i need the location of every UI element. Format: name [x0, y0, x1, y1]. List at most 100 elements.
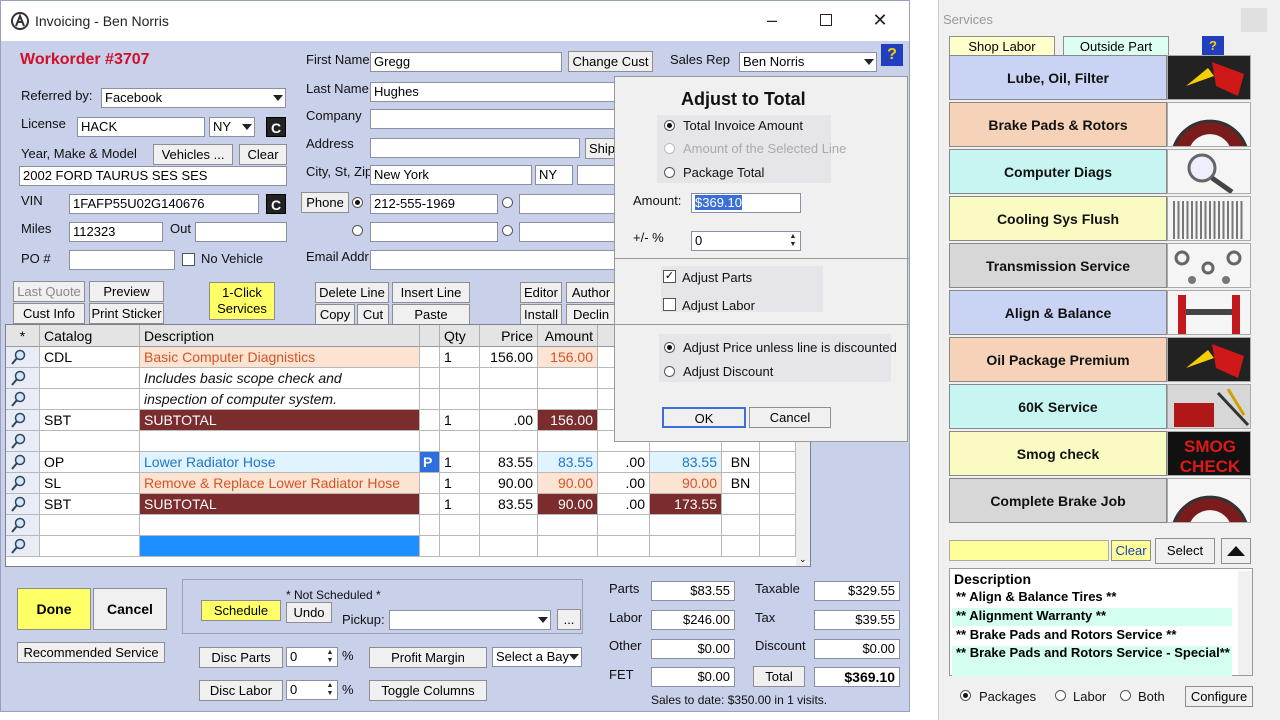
- row-magnifier-icon[interactable]: [6, 536, 40, 557]
- scroll-down-icon[interactable]: ⌄: [799, 554, 807, 565]
- magnifier-icon[interactable]: [1167, 149, 1251, 194]
- both-radio[interactable]: [1120, 690, 1131, 701]
- vehicles-button[interactable]: Vehicles ...: [153, 144, 233, 165]
- license-input[interactable]: HACK: [77, 117, 205, 137]
- table-row[interactable]: [6, 536, 810, 557]
- row-magnifier-icon[interactable]: [6, 473, 40, 494]
- services-clear-button[interactable]: Clear: [1111, 540, 1151, 561]
- maximize-button[interactable]: [815, 9, 837, 31]
- brake-rotor-icon[interactable]: [1167, 102, 1251, 147]
- cut-button[interactable]: Cut: [357, 304, 389, 325]
- tab-outside-part[interactable]: Outside Part: [1063, 36, 1169, 56]
- clear-vehicle-button[interactable]: Clear: [239, 144, 287, 165]
- vin-input[interactable]: 1FAFP55U02G140676: [69, 194, 259, 214]
- service-button[interactable]: Oil Package Premium: [949, 337, 1167, 382]
- phone4-radio[interactable]: [502, 225, 513, 236]
- ymm-input[interactable]: 2002 FORD TAURUS SES SES: [19, 166, 287, 186]
- service-button[interactable]: Computer Diags: [949, 149, 1167, 194]
- select-bay-select[interactable]: Select a Bay: [492, 647, 582, 667]
- phone3-input[interactable]: [370, 222, 498, 242]
- desc-item[interactable]: ** Align & Balance Tires **: [952, 589, 1232, 607]
- brake-rotor-icon[interactable]: [1167, 478, 1251, 523]
- service-button[interactable]: Align & Balance: [949, 290, 1167, 335]
- row-magnifier-icon[interactable]: [6, 347, 40, 368]
- total-invoice-radio[interactable]: [664, 120, 675, 131]
- toggle-columns-button[interactable]: Toggle Columns: [369, 680, 487, 701]
- company-input[interactable]: [370, 109, 620, 129]
- pickup-more-button[interactable]: ...: [557, 609, 581, 630]
- profit-margin-button[interactable]: Profit Margin: [369, 647, 487, 668]
- oil-can-icon[interactable]: [1167, 337, 1251, 382]
- editor-button[interactable]: Editor: [520, 282, 562, 303]
- disc-labor-input[interactable]: 0 ▲ ▼: [286, 680, 338, 700]
- labor-radio[interactable]: [1055, 690, 1066, 701]
- out-input[interactable]: [195, 222, 287, 242]
- address-input[interactable]: [370, 138, 580, 158]
- row-magnifier-icon[interactable]: [6, 515, 40, 536]
- desc-item[interactable]: ** Brake Pads and Rotors Service - Speci…: [952, 646, 1232, 676]
- table-row[interactable]: [6, 515, 810, 536]
- oil-can-icon[interactable]: [1167, 55, 1251, 100]
- city-input[interactable]: New York: [370, 165, 532, 185]
- total-button[interactable]: Total: [753, 666, 805, 687]
- selected-line-radio[interactable]: [664, 143, 675, 154]
- phone3-radio[interactable]: [352, 225, 363, 236]
- amount-input[interactable]: $369.10: [691, 193, 801, 213]
- preview-button[interactable]: Preview: [89, 281, 164, 302]
- plus-minus-input[interactable]: 0 ▲ ▼: [691, 231, 801, 251]
- change-cust-button[interactable]: Change Cust: [568, 51, 653, 72]
- pickup-select[interactable]: [389, 610, 551, 630]
- dialog-cancel-button[interactable]: Cancel: [749, 407, 831, 428]
- adjust-price-radio[interactable]: [664, 342, 675, 353]
- service-button[interactable]: 60K Service: [949, 384, 1167, 429]
- service-button[interactable]: Complete Brake Job: [949, 478, 1167, 523]
- row-magnifier-icon[interactable]: [6, 389, 40, 410]
- service-button[interactable]: Transmission Service: [949, 243, 1167, 288]
- description-scrollbar[interactable]: [1238, 571, 1252, 675]
- close-button[interactable]: ✕: [869, 9, 891, 31]
- po-input[interactable]: [69, 250, 175, 270]
- adjust-labor-checkbox[interactable]: [663, 298, 676, 311]
- install-button[interactable]: Install: [520, 304, 562, 325]
- table-row[interactable]: SL Remove & Replace Lower Radiator Hose 1 9…: [6, 473, 810, 494]
- service-button[interactable]: Cooling Sys Flush: [949, 196, 1167, 241]
- author-button[interactable]: Author: [566, 282, 616, 303]
- service-button[interactable]: Lube, Oil, Filter: [949, 55, 1167, 100]
- tools-icon[interactable]: [1167, 243, 1251, 288]
- phone2-input[interactable]: [519, 194, 619, 214]
- row-magnifier-icon[interactable]: [6, 410, 40, 431]
- undo-button[interactable]: Undo: [286, 602, 332, 623]
- toolbox-icon[interactable]: [1167, 384, 1251, 429]
- recommended-service-button[interactable]: Recommended Service: [17, 642, 165, 663]
- delete-line-button[interactable]: Delete Line: [315, 282, 389, 303]
- phone2-radio[interactable]: [502, 197, 513, 208]
- license-state-select[interactable]: NY: [209, 117, 255, 137]
- decline-button[interactable]: Declin: [566, 304, 616, 325]
- print-sticker-button[interactable]: Print Sticker: [89, 303, 164, 324]
- first-name-input[interactable]: Gregg: [370, 52, 562, 72]
- state-input[interactable]: NY: [535, 165, 573, 185]
- one-click-services-button[interactable]: 1-Click Services: [209, 282, 275, 320]
- package-total-radio[interactable]: [664, 167, 675, 178]
- collapse-up-button[interactable]: [1221, 538, 1251, 564]
- row-magnifier-icon[interactable]: [6, 431, 40, 452]
- sales-rep-select[interactable]: Ben Norris: [739, 52, 877, 72]
- disc-labor-button[interactable]: Disc Labor: [199, 680, 283, 701]
- disc-parts-button[interactable]: Disc Parts: [199, 647, 283, 668]
- minimize-button[interactable]: –: [761, 9, 783, 31]
- email-input[interactable]: [370, 250, 620, 270]
- phone1-radio[interactable]: [352, 197, 363, 208]
- cust-info-button[interactable]: Cust Info: [13, 303, 85, 324]
- desc-item[interactable]: ** Brake Pads and Rotors Service **: [952, 627, 1232, 645]
- referred-select[interactable]: Facebook: [101, 88, 286, 108]
- row-magnifier-icon[interactable]: [6, 452, 40, 473]
- radiator-icon[interactable]: [1167, 196, 1251, 241]
- services-select-button[interactable]: Select: [1155, 538, 1215, 564]
- paste-button[interactable]: Paste: [392, 304, 470, 325]
- cancel-button[interactable]: Cancel: [93, 588, 167, 630]
- schedule-button[interactable]: Schedule: [201, 600, 281, 621]
- dialog-ok-button[interactable]: OK: [662, 407, 746, 428]
- service-button[interactable]: Brake Pads & Rotors: [949, 102, 1167, 147]
- smog-check-icon[interactable]: SMOG CHECK: [1167, 431, 1251, 476]
- services-close-button[interactable]: [1241, 8, 1267, 32]
